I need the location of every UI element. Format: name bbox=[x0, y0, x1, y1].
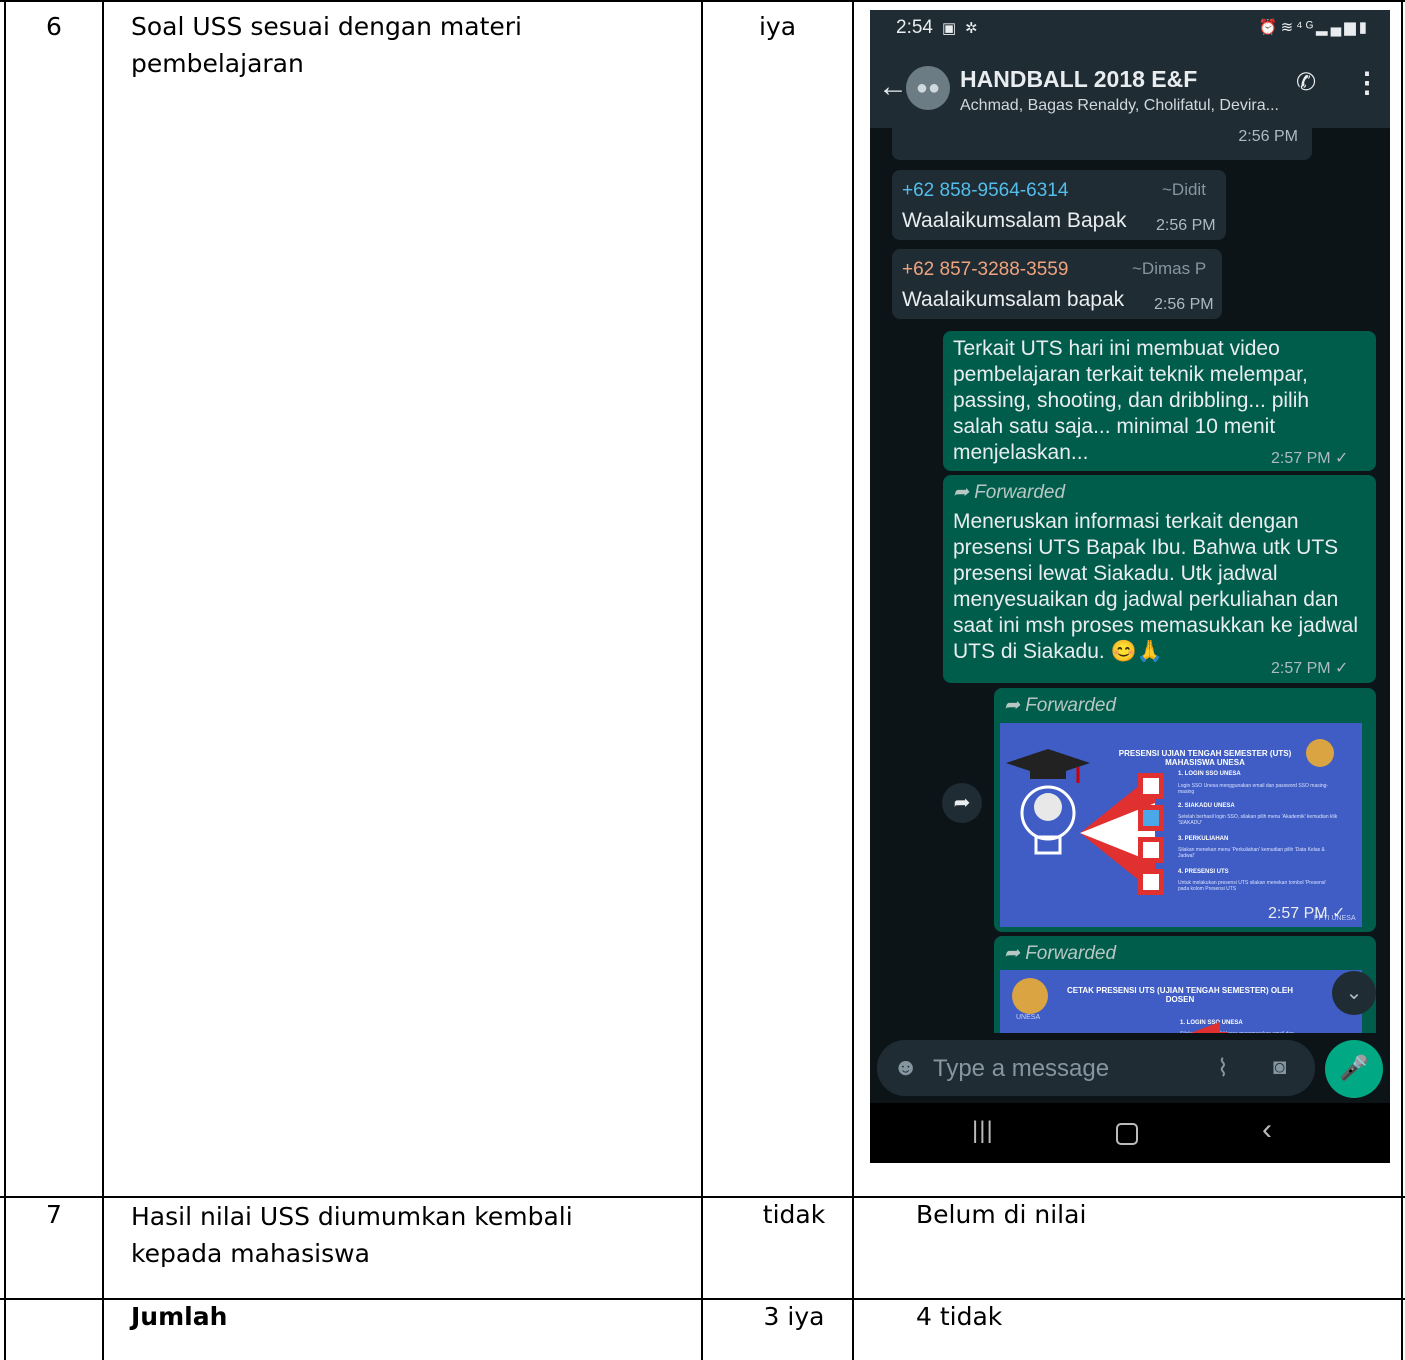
wifi-icon: ≋ bbox=[1280, 19, 1297, 36]
home-icon[interactable] bbox=[1116, 1123, 1138, 1145]
poster-step-heading: 4. PRESENSI UTS bbox=[1178, 869, 1229, 875]
total-note: 4 tidak bbox=[916, 1302, 1003, 1331]
add-call-icon[interactable]: ✆ bbox=[1296, 68, 1316, 97]
poster-step-desc: Setelah berhasil login SSO, silakan pili… bbox=[1178, 814, 1338, 826]
message-time: 2:57 PM ✓ bbox=[1271, 450, 1349, 467]
forwarded-label: ➦ Forwarded bbox=[1004, 695, 1117, 716]
forwarded-label: ➦ Forwarded bbox=[1004, 943, 1117, 964]
table-column-divider bbox=[852, 0, 854, 1360]
whatsapp-screenshot: 2:54 ▣ ✲ ⏰≋⁴ᴳ▂▄▆▮ ← ●● HANDBALL 2018 E&F… bbox=[870, 10, 1390, 1163]
row-number: 6 bbox=[46, 12, 62, 41]
message-text: Waalaikumsalam bapak bbox=[902, 288, 1125, 311]
poster-step-desc: Untuk melakukan presensi UTS silakan men… bbox=[1178, 880, 1327, 892]
attach-icon[interactable]: ⌇ bbox=[1217, 1054, 1229, 1083]
microphone-icon[interactable]: 🎤 bbox=[1325, 1040, 1383, 1098]
group-members[interactable]: Achmad, Bagas Renaldy, Cholifatul, Devir… bbox=[960, 97, 1279, 115]
poster-step-desc: Login SSO Unesa menggunakan email dan pa… bbox=[1178, 783, 1329, 795]
battery-icon: ▮ bbox=[1358, 19, 1370, 36]
message-time: 2:56 PM bbox=[1238, 128, 1298, 145]
total-label: Jumlah bbox=[131, 1302, 228, 1331]
forward-arrow-icon: ➦ bbox=[1004, 695, 1026, 716]
message-bubble[interactable]: ➦ Forwarded Meneruskan informasi terkait… bbox=[943, 475, 1376, 683]
logo-caption: UNESA bbox=[1016, 1014, 1041, 1021]
message-time: 2:57 PM ✓ bbox=[1268, 905, 1346, 922]
message-placeholder: Type a message bbox=[933, 1055, 1110, 1082]
status-indicators: ⏰≋⁴ᴳ▂▄▆▮ bbox=[1259, 18, 1370, 36]
emoji-icon[interactable]: ☻ bbox=[893, 1054, 918, 1082]
unesa-logo bbox=[1306, 739, 1334, 767]
chat-area[interactable]: 2:56 PM +62 858-9564-6314 ~Didit Waalaik… bbox=[870, 128, 1390, 1103]
uts-presence-poster[interactable]: PRESENSI UJIAN TENGAH SEMESTER (UTS) MAH… bbox=[1000, 723, 1362, 927]
poster-step-desc: Silakan menekan menu 'Perkuliahan' kemud… bbox=[1178, 847, 1325, 859]
message-text: Meneruskan informasi terkait dengan pres… bbox=[953, 510, 1359, 663]
message-sender: +62 858-9564-6314 bbox=[902, 180, 1069, 201]
image-message-bubble[interactable]: ➦ Forwarded PRESENSI UJIAN TENGAH SEMEST… bbox=[994, 688, 1376, 932]
back-icon[interactable]: ‹ bbox=[1262, 1113, 1272, 1147]
status-time: 2:54 bbox=[896, 17, 933, 38]
row-status: tidak bbox=[762, 1200, 826, 1229]
message-time: 2:56 PM bbox=[1154, 296, 1214, 313]
4g-icon: ⁴ᴳ bbox=[1296, 19, 1317, 36]
more-options-icon[interactable]: ⋮ bbox=[1353, 66, 1381, 99]
message-bubble[interactable]: +62 858-9564-6314 ~Didit Waalaikumsalam … bbox=[892, 170, 1226, 240]
poster-title: CETAK PRESENSI UTS (UJIAN TENGAH SEMESTE… bbox=[1066, 986, 1294, 1004]
scroll-down-icon[interactable]: ⌄ bbox=[1332, 971, 1376, 1015]
signal-icon: ▂▄▆ bbox=[1316, 19, 1359, 36]
alarm-icon: ⏰ bbox=[1258, 19, 1281, 36]
table-column-divider bbox=[701, 0, 703, 1360]
poster-title: PRESENSI UJIAN TENGAH SEMESTER (UTS) MAH… bbox=[1118, 749, 1292, 767]
message-alias: ~Didit bbox=[1162, 180, 1206, 199]
gallery-icon: ▣ bbox=[942, 20, 957, 37]
message-sender: +62 857-3288-3559 bbox=[902, 259, 1069, 280]
android-nav-bar: ||| ‹ bbox=[870, 1103, 1390, 1163]
forwarded-label: ➦ Forwarded bbox=[953, 482, 1066, 503]
message-bubble[interactable]: +62 857-3288-3559 ~Dimas P Waalaikumsala… bbox=[892, 249, 1222, 319]
share-forward-icon[interactable]: ➦ bbox=[942, 783, 982, 823]
message-text: Terkait UTS hari ini membuat video pembe… bbox=[953, 337, 1310, 464]
back-arrow-icon[interactable]: ← bbox=[878, 70, 908, 104]
forward-arrow-icon: ➦ bbox=[1004, 943, 1026, 964]
message-bubble[interactable]: Terkait UTS hari ini membuat video pembe… bbox=[943, 331, 1376, 471]
chat-header: ← ●● HANDBALL 2018 E&F Achmad, Bagas Ren… bbox=[870, 48, 1390, 128]
row-number: 7 bbox=[46, 1200, 62, 1229]
group-name[interactable]: HANDBALL 2018 E&F bbox=[960, 66, 1197, 93]
table-border-left bbox=[4, 0, 6, 1360]
row-note: Belum di nilai bbox=[916, 1200, 1087, 1229]
poster-step-heading: 2. SIAKADU UNESA bbox=[1178, 803, 1235, 809]
message-input[interactable]: ☻ Type a message ⌇ ◙ bbox=[877, 1040, 1315, 1096]
message-text: Waalaikumsalam Bapak bbox=[902, 209, 1127, 232]
row-item: Soal USS sesuai dengan materi pembelajar… bbox=[131, 12, 523, 78]
total-status: 3 iya bbox=[763, 1302, 825, 1331]
recent-apps-icon[interactable]: ||| bbox=[972, 1117, 994, 1145]
camera-icon[interactable]: ◙ bbox=[1273, 1054, 1286, 1080]
poster-step-heading: 1. LOGIN SSO UNESA bbox=[1178, 771, 1241, 777]
forward-arrow-icon: ➦ bbox=[953, 482, 975, 503]
table-border-right bbox=[1401, 0, 1403, 1360]
message-input-bar: ☻ Type a message ⌇ ◙ 🎤 bbox=[870, 1033, 1390, 1103]
message-bubble[interactable]: 2:56 PM bbox=[892, 128, 1312, 160]
group-avatar[interactable]: ●● bbox=[906, 66, 950, 110]
message-alias: ~Dimas P bbox=[1132, 259, 1207, 278]
unesa-logo bbox=[1012, 978, 1048, 1014]
gear-icon: ✲ bbox=[965, 20, 978, 37]
table-column-divider bbox=[102, 0, 104, 1360]
message-time: 2:56 PM bbox=[1156, 217, 1216, 234]
message-time: 2:57 PM ✓ bbox=[1271, 660, 1349, 677]
row-status: iya bbox=[758, 12, 797, 41]
poster-step-heading: 3. PERKULIAHAN bbox=[1178, 836, 1229, 842]
status-bar: 2:54 ▣ ✲ ⏰≋⁴ᴳ▂▄▆▮ bbox=[870, 10, 1390, 48]
row-item: Hasil nilai USS diumumkan kembali kepada… bbox=[131, 1202, 573, 1268]
